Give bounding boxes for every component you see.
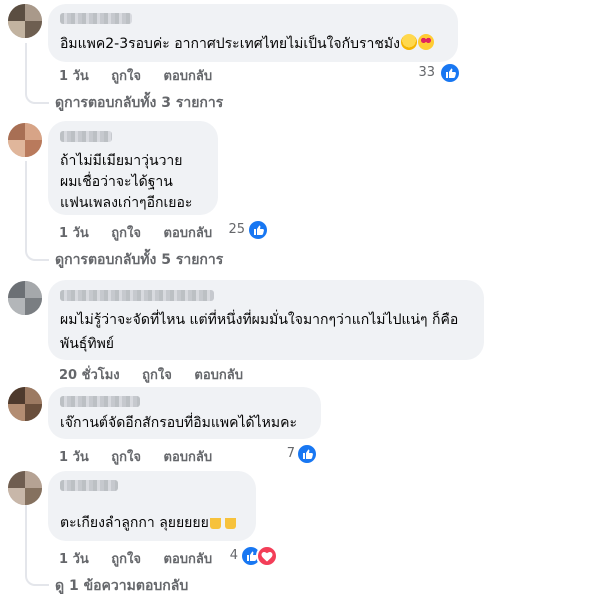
reply-link[interactable]: ตอบกลับ (164, 69, 213, 84)
comment-text: อิมแพค2-3รอบค่ะ อากาศประเทศไทยไม่เป็นใจก… (60, 32, 434, 56)
comment-bubble: ผมไม่รู้ว่าจะจัดที่ไหน แต่ที่หนึ่งที่ผมม… (48, 280, 484, 360)
comment-text: เจ๊กานต์จัดอีกสักรอบที่อิมแพคได้ไหมคะ (60, 415, 298, 431)
comment-text-line: แฟนเพลงเก่าๆอีกเยอะ (60, 195, 193, 211)
view-replies-link[interactable]: ดูการตอบกลับทั้ง 5 รายการ (55, 249, 223, 271)
victory-hand-emoji (224, 513, 236, 529)
comment-timestamp[interactable]: 1 วัน (59, 450, 89, 465)
reaction-count[interactable]: 33 (418, 65, 435, 80)
comment-bubble: ถ้าไม่มีเมียมาวุ่นวาย ผมเชื่อว่าจะได้ฐาน… (48, 121, 218, 215)
laughing-face-emoji (400, 34, 417, 50)
comment-timestamp[interactable]: 1 วัน (59, 69, 89, 84)
comment-actions: 1 วัน ถูกใจ ตอบกลับ (59, 65, 212, 86)
avatar[interactable] (8, 123, 42, 157)
comment-text: ตะเกียงลำลูกกา ลุยยยยย (60, 511, 236, 535)
author-name[interactable] (60, 131, 112, 142)
reply-link[interactable]: ตอบกลับ (164, 450, 213, 465)
like-reaction-icon[interactable] (247, 219, 269, 241)
like-link[interactable]: ถูกใจ (111, 69, 141, 84)
comment-actions: 1 วัน ถูกใจ ตอบกลับ (59, 222, 212, 243)
author-name[interactable] (60, 396, 140, 407)
comment-timestamp[interactable]: 20 ชั่วโมง (59, 368, 120, 383)
thread-line (25, 505, 27, 574)
thread-connector (25, 245, 49, 261)
comment-text-line: พันธุ์ทิพย์ (60, 336, 115, 352)
comment-bubble: เจ๊กานต์จัดอีกสักรอบที่อิมแพคได้ไหมคะ (48, 387, 321, 439)
comment-timestamp[interactable]: 1 วัน (59, 226, 89, 241)
reply-link[interactable]: ตอบกลับ (164, 552, 213, 567)
comment-bubble: อิมแพค2-3รอบค่ะ อากาศประเทศไทยไม่เป็นใจก… (48, 4, 458, 62)
reply-link[interactable]: ตอบกลับ (164, 226, 213, 241)
view-replies-link[interactable]: ดู 1 ข้อความตอบกลับ (55, 575, 188, 597)
like-link[interactable]: ถูกใจ (111, 226, 141, 241)
avatar[interactable] (8, 471, 42, 505)
thread-line (25, 43, 27, 91)
author-name[interactable] (60, 290, 214, 301)
like-link[interactable]: ถูกใจ (111, 450, 141, 465)
comment-timestamp[interactable]: 1 วัน (59, 552, 89, 567)
like-reaction-icon[interactable] (296, 443, 318, 465)
avatar[interactable] (8, 281, 42, 315)
thread-connector (25, 88, 49, 104)
comment-actions: 1 วัน ถูกใจ ตอบกลับ (59, 446, 212, 467)
avatar[interactable] (8, 387, 42, 421)
comment-actions: 1 วัน ถูกใจ ตอบกลับ (59, 548, 212, 569)
reply-link[interactable]: ตอบกลับ (194, 368, 243, 383)
comment-actions: 20 ชั่วโมง ถูกใจ ตอบกลับ (59, 364, 243, 385)
reaction-count[interactable]: 7 (287, 446, 295, 461)
thread-line (25, 161, 27, 248)
author-name[interactable] (60, 13, 132, 24)
victory-hand-emoji (209, 513, 221, 529)
love-reaction-icon[interactable] (256, 545, 278, 567)
avatar[interactable] (8, 4, 42, 38)
thread-connector (25, 571, 49, 586)
like-reaction-icon[interactable] (439, 62, 461, 84)
comment-bubble: ตะเกียงลำลูกกา ลุยยยยย (48, 471, 256, 541)
like-link[interactable]: ถูกใจ (142, 368, 172, 383)
reaction-count[interactable]: 4 (230, 548, 238, 563)
author-name[interactable] (60, 480, 118, 491)
heart-eyes-emoji (417, 34, 434, 50)
like-link[interactable]: ถูกใจ (111, 552, 141, 567)
reaction-count[interactable]: 25 (228, 222, 245, 237)
comment-text-line: ผมไม่รู้ว่าจะจัดที่ไหน แต่ที่หนึ่งที่ผมม… (60, 312, 459, 328)
view-replies-link[interactable]: ดูการตอบกลับทั้ง 3 รายการ (55, 92, 223, 114)
